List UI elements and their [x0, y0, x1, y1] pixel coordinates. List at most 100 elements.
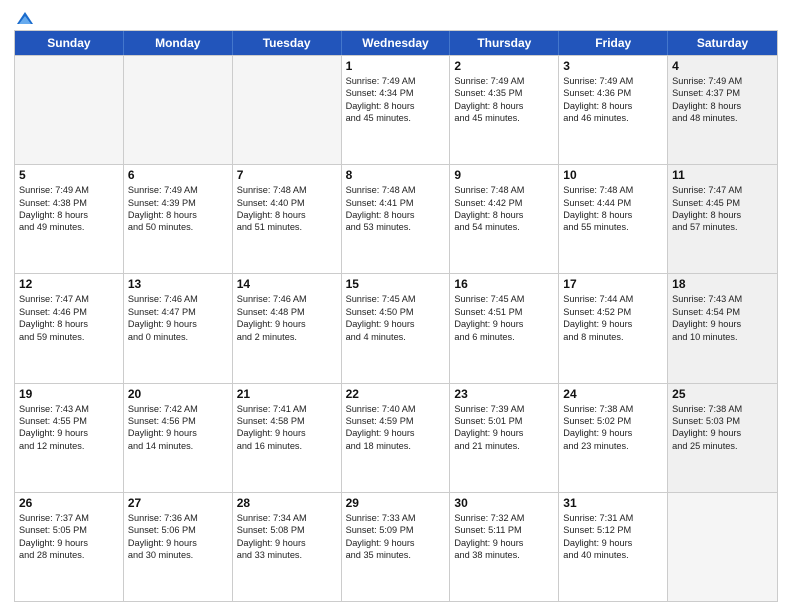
calendar-cell-0-6: 4Sunrise: 7:49 AMSunset: 4:37 PMDaylight…: [668, 56, 777, 164]
day-number: 23: [454, 387, 554, 401]
logo: [14, 10, 34, 24]
calendar-cell-1-6: 11Sunrise: 7:47 AMSunset: 4:45 PMDayligh…: [668, 165, 777, 273]
day-number: 4: [672, 59, 773, 73]
cell-line: Sunrise: 7:49 AM: [19, 184, 119, 196]
cell-line: Daylight: 8 hours: [454, 209, 554, 221]
cell-line: and 12 minutes.: [19, 440, 119, 452]
day-number: 7: [237, 168, 337, 182]
cell-line: Sunset: 4:39 PM: [128, 197, 228, 209]
cell-line: Sunrise: 7:44 AM: [563, 293, 663, 305]
cell-line: Daylight: 8 hours: [563, 100, 663, 112]
cell-line: and 59 minutes.: [19, 331, 119, 343]
cell-line: Sunset: 5:02 PM: [563, 415, 663, 427]
calendar-cell-1-2: 7Sunrise: 7:48 AMSunset: 4:40 PMDaylight…: [233, 165, 342, 273]
calendar-cell-2-5: 17Sunrise: 7:44 AMSunset: 4:52 PMDayligh…: [559, 274, 668, 382]
cell-line: Sunset: 4:35 PM: [454, 87, 554, 99]
calendar-row-4: 26Sunrise: 7:37 AMSunset: 5:05 PMDayligh…: [15, 492, 777, 601]
day-number: 12: [19, 277, 119, 291]
cell-line: Daylight: 9 hours: [346, 537, 446, 549]
cell-line: Sunset: 4:36 PM: [563, 87, 663, 99]
calendar-cell-2-3: 15Sunrise: 7:45 AMSunset: 4:50 PMDayligh…: [342, 274, 451, 382]
cell-line: Sunrise: 7:31 AM: [563, 512, 663, 524]
cell-line: Sunrise: 7:36 AM: [128, 512, 228, 524]
cell-line: Sunrise: 7:42 AM: [128, 403, 228, 415]
cell-line: Sunset: 4:38 PM: [19, 197, 119, 209]
cell-line: Sunrise: 7:34 AM: [237, 512, 337, 524]
cell-line: Sunrise: 7:41 AM: [237, 403, 337, 415]
cell-line: Sunrise: 7:40 AM: [346, 403, 446, 415]
cell-line: Sunrise: 7:45 AM: [346, 293, 446, 305]
cell-line: Sunset: 4:47 PM: [128, 306, 228, 318]
cell-line: Daylight: 8 hours: [128, 209, 228, 221]
day-number: 18: [672, 277, 773, 291]
cell-line: Sunset: 4:52 PM: [563, 306, 663, 318]
cell-line: Daylight: 9 hours: [128, 537, 228, 549]
cell-line: Sunrise: 7:45 AM: [454, 293, 554, 305]
calendar-cell-1-4: 9Sunrise: 7:48 AMSunset: 4:42 PMDaylight…: [450, 165, 559, 273]
cell-line: and 40 minutes.: [563, 549, 663, 561]
day-number: 27: [128, 496, 228, 510]
cell-line: Sunrise: 7:39 AM: [454, 403, 554, 415]
calendar: SundayMondayTuesdayWednesdayThursdayFrid…: [14, 30, 778, 602]
header-cell-sunday: Sunday: [15, 31, 124, 55]
cell-line: and 51 minutes.: [237, 221, 337, 233]
cell-line: Sunset: 5:11 PM: [454, 524, 554, 536]
day-number: 15: [346, 277, 446, 291]
cell-line: Sunset: 4:44 PM: [563, 197, 663, 209]
day-number: 10: [563, 168, 663, 182]
calendar-cell-4-0: 26Sunrise: 7:37 AMSunset: 5:05 PMDayligh…: [15, 493, 124, 601]
cell-line: Sunrise: 7:48 AM: [346, 184, 446, 196]
cell-line: Daylight: 9 hours: [237, 318, 337, 330]
cell-line: Daylight: 8 hours: [563, 209, 663, 221]
day-number: 1: [346, 59, 446, 73]
cell-line: Daylight: 9 hours: [346, 318, 446, 330]
cell-line: Sunset: 4:41 PM: [346, 197, 446, 209]
day-number: 25: [672, 387, 773, 401]
cell-line: Sunset: 5:12 PM: [563, 524, 663, 536]
cell-line: Sunrise: 7:46 AM: [237, 293, 337, 305]
cell-line: Daylight: 9 hours: [454, 427, 554, 439]
cell-line: Sunset: 5:05 PM: [19, 524, 119, 536]
cell-line: and 30 minutes.: [128, 549, 228, 561]
cell-line: Daylight: 8 hours: [672, 209, 773, 221]
calendar-cell-2-2: 14Sunrise: 7:46 AMSunset: 4:48 PMDayligh…: [233, 274, 342, 382]
header-cell-wednesday: Wednesday: [342, 31, 451, 55]
cell-line: Sunrise: 7:47 AM: [19, 293, 119, 305]
cell-line: Sunrise: 7:32 AM: [454, 512, 554, 524]
cell-line: Daylight: 8 hours: [454, 100, 554, 112]
day-number: 24: [563, 387, 663, 401]
cell-line: Sunrise: 7:48 AM: [237, 184, 337, 196]
cell-line: Sunrise: 7:48 AM: [563, 184, 663, 196]
cell-line: and 25 minutes.: [672, 440, 773, 452]
cell-line: Sunrise: 7:49 AM: [346, 75, 446, 87]
calendar-cell-3-5: 24Sunrise: 7:38 AMSunset: 5:02 PMDayligh…: [559, 384, 668, 492]
calendar-cell-0-4: 2Sunrise: 7:49 AMSunset: 4:35 PMDaylight…: [450, 56, 559, 164]
cell-line: Sunset: 4:54 PM: [672, 306, 773, 318]
calendar-cell-3-4: 23Sunrise: 7:39 AMSunset: 5:01 PMDayligh…: [450, 384, 559, 492]
cell-line: and 46 minutes.: [563, 112, 663, 124]
cell-line: Sunset: 4:34 PM: [346, 87, 446, 99]
calendar-cell-0-5: 3Sunrise: 7:49 AMSunset: 4:36 PMDaylight…: [559, 56, 668, 164]
cell-line: Daylight: 9 hours: [454, 318, 554, 330]
calendar-row-2: 12Sunrise: 7:47 AMSunset: 4:46 PMDayligh…: [15, 273, 777, 382]
cell-line: Sunset: 5:08 PM: [237, 524, 337, 536]
cell-line: and 38 minutes.: [454, 549, 554, 561]
cell-line: and 54 minutes.: [454, 221, 554, 233]
calendar-header-row: SundayMondayTuesdayWednesdayThursdayFrid…: [15, 31, 777, 55]
day-number: 13: [128, 277, 228, 291]
day-number: 26: [19, 496, 119, 510]
logo-triangle-icon: [16, 10, 34, 28]
cell-line: Daylight: 8 hours: [346, 209, 446, 221]
cell-line: Sunset: 4:45 PM: [672, 197, 773, 209]
cell-line: Sunset: 5:09 PM: [346, 524, 446, 536]
page: SundayMondayTuesdayWednesdayThursdayFrid…: [0, 0, 792, 612]
header-cell-thursday: Thursday: [450, 31, 559, 55]
calendar-cell-0-0: [15, 56, 124, 164]
calendar-cell-3-2: 21Sunrise: 7:41 AMSunset: 4:58 PMDayligh…: [233, 384, 342, 492]
cell-line: and 50 minutes.: [128, 221, 228, 233]
day-number: 5: [19, 168, 119, 182]
cell-line: Sunrise: 7:43 AM: [672, 293, 773, 305]
calendar-cell-3-0: 19Sunrise: 7:43 AMSunset: 4:55 PMDayligh…: [15, 384, 124, 492]
cell-line: Daylight: 8 hours: [346, 100, 446, 112]
cell-line: and 16 minutes.: [237, 440, 337, 452]
